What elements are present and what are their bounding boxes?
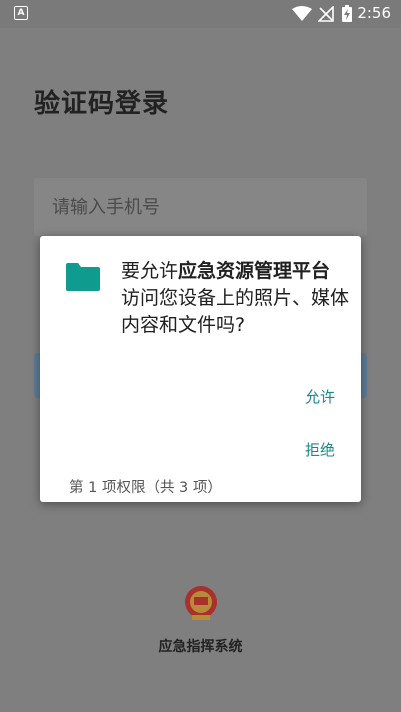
app-name: 应急资源管理平台	[178, 260, 331, 282]
allow-button[interactable]: 允许	[305, 386, 335, 407]
deny-button[interactable]: 拒绝	[305, 439, 335, 460]
message-prefix: 要允许	[121, 260, 179, 282]
footer-system-name: 应急指挥系统	[158, 639, 243, 655]
permission-message: 要允许应急资源管理平台访问您设备上的照片、媒体内容和文件吗?	[121, 258, 349, 339]
permission-count: 第 1 项权限（共 3 项）	[69, 480, 222, 496]
status-bar: A 2:56	[0, 0, 401, 28]
permission-dialog: 要允许应急资源管理平台访问您设备上的照片、媒体内容和文件吗? 允许 拒绝 第 1…	[40, 236, 361, 502]
wifi-icon	[292, 6, 312, 21]
no-signal-icon	[318, 6, 334, 22]
phone-field-container	[34, 178, 367, 236]
status-time: 2:56	[357, 4, 391, 22]
notification-icon: A	[14, 6, 28, 20]
national-emblem-icon	[185, 586, 217, 620]
folder-icon	[66, 263, 100, 291]
battery-charging-icon	[342, 5, 352, 22]
page-title: 验证码登录	[34, 89, 170, 119]
message-suffix: 访问您设备上的照片、媒体内容和文件吗?	[121, 287, 350, 336]
phone-input[interactable]	[34, 178, 354, 236]
